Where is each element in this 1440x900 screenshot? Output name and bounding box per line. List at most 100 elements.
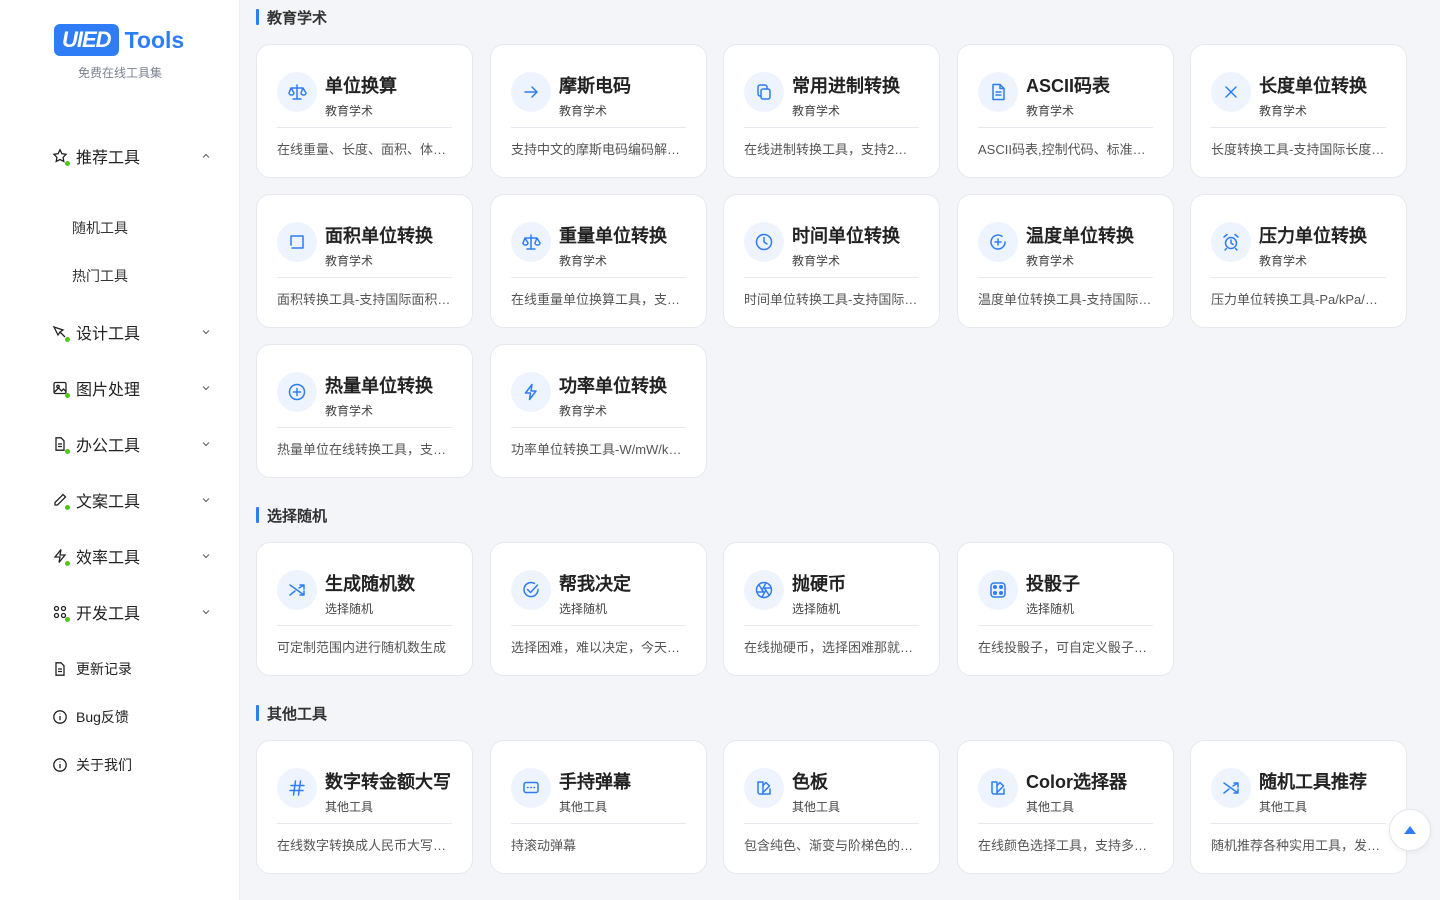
nav-group-label: 推荐工具 xyxy=(76,150,141,167)
tool-card-title: Color选择器 xyxy=(1026,772,1127,792)
nav-group-label: 办公工具 xyxy=(76,438,141,455)
tool-card-category: 选择随机 xyxy=(1026,602,1075,616)
tool-card[interactable]: Color选择器其他工具在线颜色选择工具，支持多种格式 xyxy=(957,740,1174,874)
tool-card[interactable]: 面积单位转换教育学术面积转换工具-支持国际面积单位换算 xyxy=(256,194,473,328)
tool-card[interactable]: 抛硬币选择随机在线抛硬币，选择困难那就抛硬币吧 xyxy=(723,542,940,676)
tool-card-description: 温度单位转换工具-支持国际温度单位换算 xyxy=(978,292,1153,307)
tool-card[interactable]: 单位换算教育学术在线重量、长度、面积、体积等单位换算 xyxy=(256,44,473,178)
nav-group-copywriting[interactable]: 文案工具 xyxy=(52,488,212,512)
tool-card-category: 其他工具 xyxy=(792,800,841,814)
main-content: 教育学术单位换算教育学术在线重量、长度、面积、体积等单位换算摩斯电码教育学术支持… xyxy=(240,0,1440,900)
tool-card[interactable]: 常用进制转换教育学术在线进制转换工具，支持2进制到36进制 xyxy=(723,44,940,178)
chevron-down-icon xyxy=(202,330,210,335)
tool-card-title: 抛硬币 xyxy=(792,574,846,594)
tool-card-description: 在线投骰子，可自定义骰子数量 xyxy=(978,640,1153,655)
tool-card-description: 在线重量单位换算工具，支持多种单位 xyxy=(511,292,686,307)
tool-card-title: 压力单位转换 xyxy=(1259,226,1367,246)
nav-group-efficiency[interactable]: 效率工具 xyxy=(52,544,212,568)
logo[interactable]: UIED Tools xyxy=(54,24,184,56)
tool-card-description: 长度转换工具-支持国际长度单位换算 xyxy=(1211,142,1386,157)
tool-card-category: 教育学术 xyxy=(325,254,374,268)
tool-card-description: 在线重量、长度、面积、体积等单位换算 xyxy=(277,142,452,157)
tool-card-category: 教育学术 xyxy=(325,104,374,118)
tool-card-description: 功率单位转换工具-W/mW/kW换算 xyxy=(511,442,686,457)
clock-icon xyxy=(744,222,784,262)
nav-group-recommended[interactable]: 推荐工具 xyxy=(52,144,212,168)
tool-card[interactable]: 数字转金额大写 其他工具 在线数字转换成人民币大写金额 xyxy=(256,740,473,874)
tool-card-title: 长度单位转换 xyxy=(1259,76,1367,96)
sidebar: UIED Tools 免费在线工具集 推荐工具 随机工具 热门工具 设计工具 图… xyxy=(0,0,240,900)
nav-group-design[interactable]: 设计工具 xyxy=(52,320,212,344)
image-icon xyxy=(52,380,70,398)
divider xyxy=(511,427,686,428)
tool-card-title: 常用进制转换 xyxy=(792,76,900,96)
scale-icon xyxy=(277,72,317,112)
divider xyxy=(978,625,1153,626)
tool-card[interactable]: 重量单位转换教育学术在线重量单位换算工具，支持多种单位 xyxy=(490,194,707,328)
back-to-top-button[interactable] xyxy=(1389,809,1431,851)
tool-card[interactable]: 帮我决定选择随机选择困难，难以决定，今天吃什么 xyxy=(490,542,707,676)
chevron-up-icon xyxy=(202,153,210,158)
tool-card-title: 摩斯电码 xyxy=(559,76,631,96)
tool-card-title: 温度单位转换 xyxy=(1026,226,1134,246)
divider xyxy=(511,277,686,278)
tool-card-category: 其他工具 xyxy=(1026,800,1075,814)
nav-sub-random[interactable]: 随机工具 xyxy=(72,218,128,238)
tool-card-title: 随机工具推荐 xyxy=(1259,772,1367,792)
tool-card[interactable]: 温度单位转换教育学术温度单位转换工具-支持国际温度单位换算 xyxy=(957,194,1174,328)
tool-card[interactable]: 摩斯电码教育学术支持中文的摩斯电码编码解码工具 xyxy=(490,44,707,178)
tool-card-title: 帮我决定 xyxy=(559,574,631,594)
tool-card[interactable]: 压力单位转换教育学术压力单位转换工具-Pa/kPa/MPa换算 xyxy=(1190,194,1407,328)
nav-link-about[interactable]: 关于我们 xyxy=(52,754,132,776)
tool-card-category: 教育学术 xyxy=(792,104,841,118)
divider xyxy=(277,277,452,278)
tool-card-description: 时间单位转换工具-支持国际时间单位换算 xyxy=(744,292,919,307)
lightning-icon xyxy=(511,372,551,412)
divider xyxy=(1211,277,1386,278)
palette-icon xyxy=(744,768,784,808)
tool-card-description: 在线抛硬币，选择困难那就抛硬币吧 xyxy=(744,640,919,655)
tool-card[interactable]: 随机工具推荐其他工具随机推荐各种实用工具，发现好工具 xyxy=(1190,740,1407,874)
tool-card-description: 支持中文的摩斯电码编码解码工具 xyxy=(511,142,686,157)
tool-card[interactable]: 热量单位转换教育学术热量单位在线转换工具，支持多种单位 xyxy=(256,344,473,478)
section-title-label: 选择随机 xyxy=(267,507,328,525)
square-icon xyxy=(277,222,317,262)
nav-group-office[interactable]: 办公工具 xyxy=(52,432,212,456)
nav-group-image[interactable]: 图片处理 xyxy=(52,376,212,400)
tool-card-description: 持滚动弹幕 xyxy=(511,838,577,853)
tool-card[interactable]: 手持弹幕 其他工具 持滚动弹幕 xyxy=(490,740,707,874)
divider xyxy=(277,127,452,128)
nav-group-dev[interactable]: 开发工具 xyxy=(52,600,212,624)
nav-link-changelog[interactable]: 更新记录 xyxy=(52,658,132,680)
nav-sub-hot[interactable]: 热门工具 xyxy=(72,266,128,286)
tool-card-title: 投骰子 xyxy=(1026,574,1080,594)
tool-card-category: 教育学术 xyxy=(1259,254,1308,268)
tool-card-title: 重量单位转换 xyxy=(559,226,667,246)
temperature-icon xyxy=(978,222,1018,262)
divider xyxy=(978,823,1153,824)
tool-card[interactable]: 投骰子选择随机在线投骰子，可自定义骰子数量 xyxy=(957,542,1174,676)
divider xyxy=(744,823,919,824)
shuffle-icon xyxy=(1211,768,1251,808)
tool-card-title: 功率单位转换 xyxy=(559,376,667,396)
nav-link-bug-feedback[interactable]: Bug反馈 xyxy=(52,706,129,728)
divider xyxy=(277,625,452,626)
palette-icon xyxy=(978,768,1018,808)
chevron-down-icon xyxy=(202,498,210,503)
tool-card-title: 面积单位转换 xyxy=(325,226,433,246)
message-icon xyxy=(511,768,551,808)
tool-card[interactable]: 功率单位转换教育学术功率单位转换工具-W/mW/kW换算 xyxy=(490,344,707,478)
tool-card-description: 在线数字转换成人民币大写金额 xyxy=(277,838,452,853)
tool-card[interactable]: 生成随机数 选择随机 可定制范围内进行随机数生成 xyxy=(256,542,473,676)
tool-card-title: 热量单位转换 xyxy=(325,376,433,396)
arrow-right-icon xyxy=(511,72,551,112)
tool-card[interactable]: ASCII码表教育学术 ASCII码表,控制代码、标准字符对照表 xyxy=(957,44,1174,178)
tool-card[interactable]: 时间单位转换教育学术时间单位转换工具-支持国际时间单位换算 xyxy=(723,194,940,328)
tool-card[interactable]: 长度单位转换教育学术长度转换工具-支持国际长度单位换算 xyxy=(1190,44,1407,178)
tool-card-description: 在线进制转换工具，支持2进制到36进制 xyxy=(744,142,919,157)
tool-card-description: 在线颜色选择工具，支持多种格式 xyxy=(978,838,1153,853)
tool-card-description: 随机推荐各种实用工具，发现好工具 xyxy=(1211,838,1386,853)
divider xyxy=(1211,823,1386,824)
tool-card-title: 单位换算 xyxy=(325,76,397,96)
tool-card[interactable]: 色板 其他工具 包含纯色、渐变与阶梯色的色板 xyxy=(723,740,940,874)
